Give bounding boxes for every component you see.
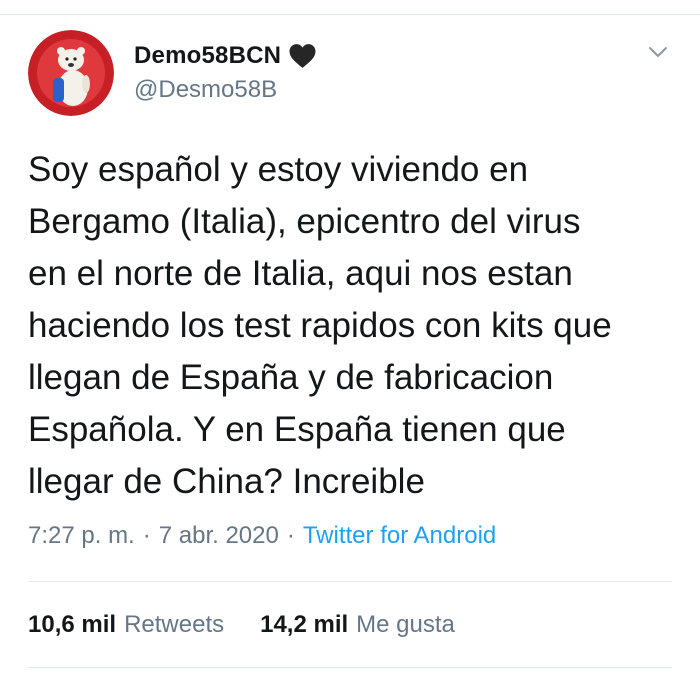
tweet-time: 7:27 p. m. bbox=[28, 522, 135, 549]
author-name-row: Demo58BCN bbox=[134, 40, 317, 72]
top-divider bbox=[0, 14, 700, 15]
chevron-down-icon[interactable] bbox=[646, 40, 670, 64]
tweet-source-link[interactable]: Twitter for Android bbox=[303, 522, 496, 550]
likes-label: Me gusta bbox=[356, 611, 455, 638]
meta-separator: · bbox=[286, 522, 295, 549]
divider bbox=[28, 667, 672, 668]
divider bbox=[28, 581, 672, 582]
polar-bear-mascot-icon bbox=[28, 30, 114, 116]
likes-count: 14,2 mil bbox=[260, 611, 349, 638]
meta-separator: · bbox=[142, 522, 151, 549]
retweets-stat[interactable]: 10,6 mil Retweets bbox=[28, 611, 224, 639]
retweets-count: 10,6 mil bbox=[28, 611, 117, 638]
tweet-meta: 7:27 p. m. · 7 abr. 2020 · Twitter for A… bbox=[28, 522, 496, 550]
display-name[interactable]: Demo58BCN bbox=[134, 42, 281, 70]
avatar[interactable] bbox=[28, 30, 114, 116]
user-handle[interactable]: @Desmo58B bbox=[134, 76, 277, 104]
tweet-date: 7 abr. 2020 bbox=[158, 522, 279, 549]
retweets-label: Retweets bbox=[124, 611, 225, 638]
likes-stat[interactable]: 14,2 mil Me gusta bbox=[260, 611, 455, 639]
tweet-text: Soy español y estoy viviendo en Bergamo … bbox=[28, 150, 612, 501]
black-heart-icon bbox=[289, 44, 316, 68]
tweet-stats: 10,6 mil Retweets 14,2 mil Me gusta bbox=[28, 611, 455, 639]
